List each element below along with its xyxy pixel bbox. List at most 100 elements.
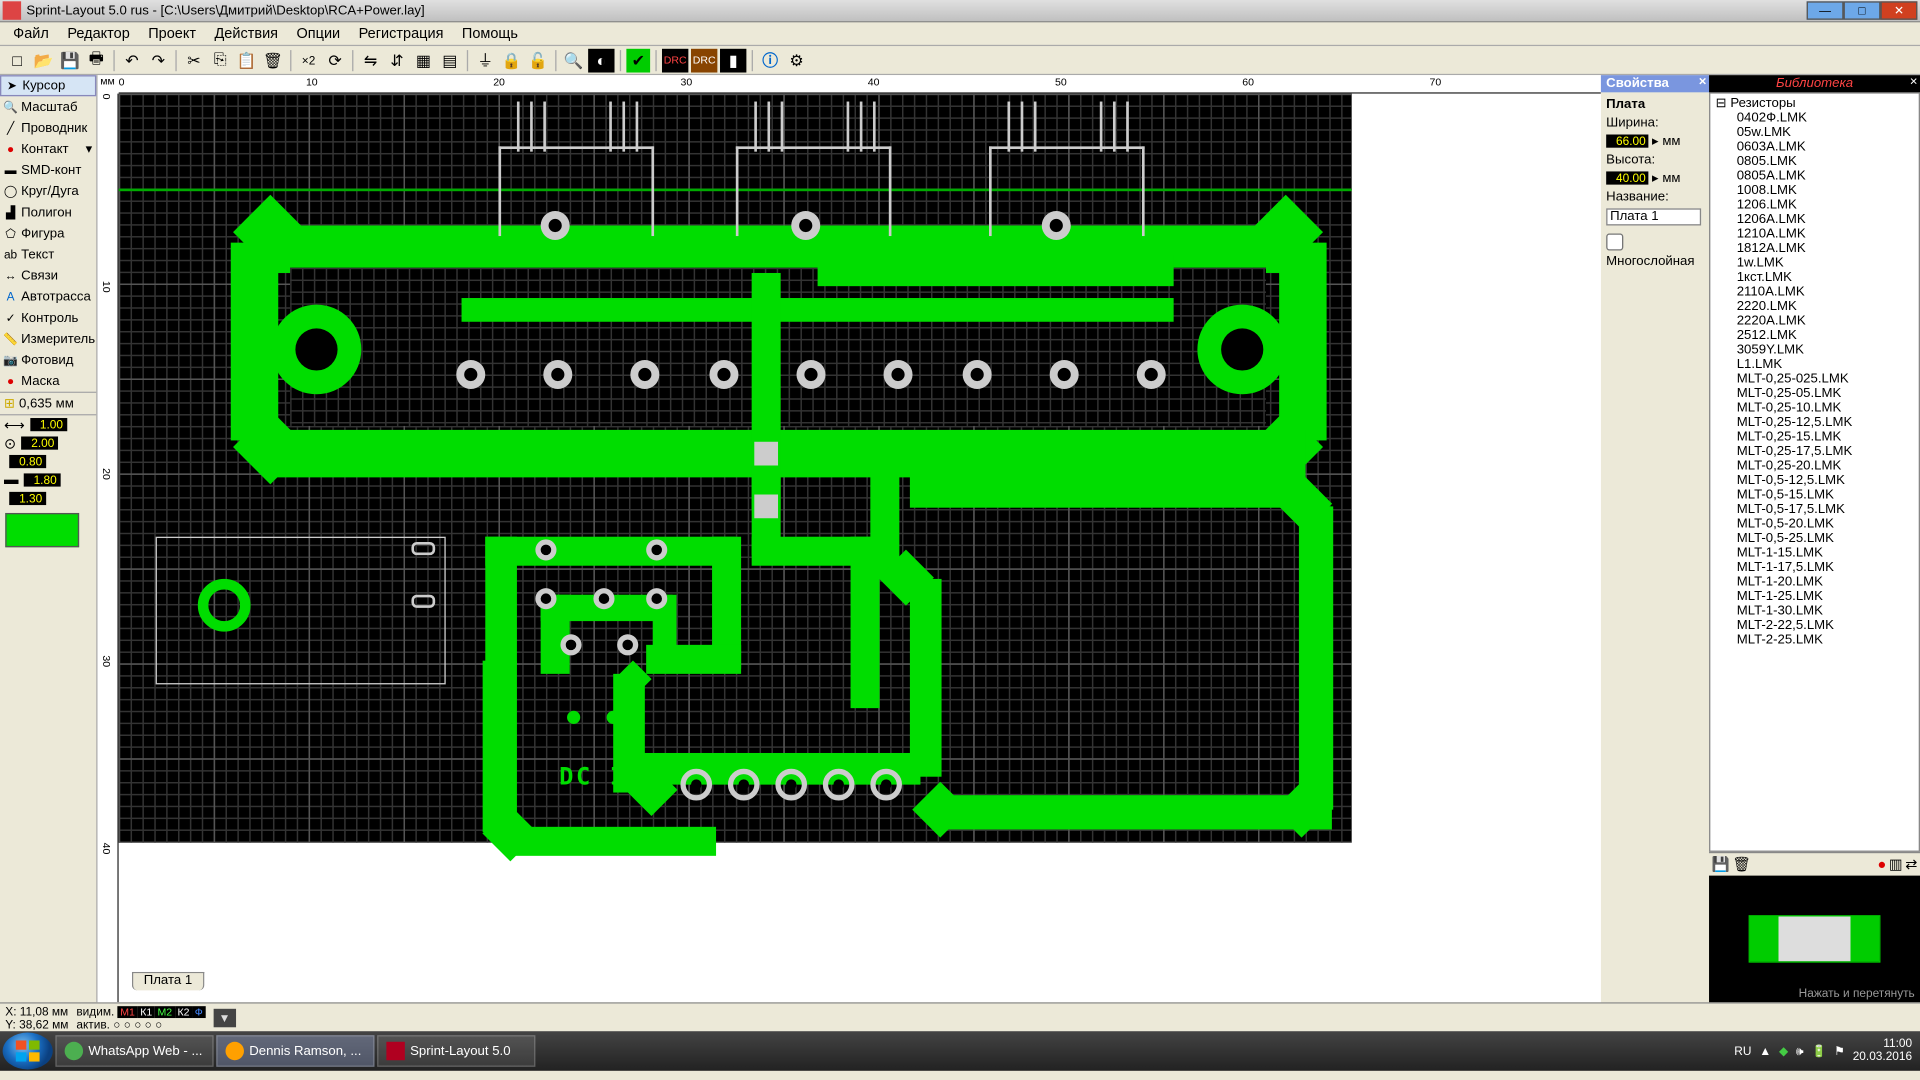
flip-icon[interactable]: ⇄ (1905, 856, 1917, 873)
drc1-icon[interactable]: DRC (662, 48, 688, 72)
record-icon[interactable]: ● (1877, 856, 1886, 872)
tool-mask[interactable]: ●Маска (0, 371, 96, 392)
filter-icon[interactable]: ▥ (1889, 856, 1903, 873)
tree-leaf[interactable]: MLT-1-25.LMK (1713, 589, 1916, 604)
tree-leaf[interactable]: 0603A.LMK (1713, 140, 1916, 155)
tree-leaf[interactable]: MLT-1-17,5.LMK (1713, 560, 1916, 575)
pcb-board[interactable]: DC IN (119, 94, 1352, 843)
flip-h-icon[interactable]: ⇋ (359, 48, 383, 72)
tree-leaf[interactable]: MLT-0,25-05.LMK (1713, 386, 1916, 401)
language-indicator[interactable]: RU (1734, 1044, 1751, 1057)
redo-icon[interactable]: ↷ (146, 48, 170, 72)
grid-indicator[interactable]: ⊞ 0,635 мм (0, 392, 96, 416)
tree-leaf[interactable]: MLT-0,25-20.LMK (1713, 459, 1916, 474)
task-item[interactable]: WhatsApp Web - ... (55, 1035, 213, 1067)
tool-arc[interactable]: ◯Круг/Дуга (0, 181, 96, 202)
tree-leaf[interactable]: 1812A.LMK (1713, 241, 1916, 256)
unlock-icon[interactable]: 🔓 (526, 48, 550, 72)
param-3[interactable]: 0.80 (0, 452, 96, 470)
tree-leaf[interactable]: MLT-0,25-12,5.LMK (1713, 415, 1916, 430)
info-icon[interactable]: ⓘ (758, 48, 782, 72)
tree-leaf[interactable]: MLT-0,5-12,5.LMK (1713, 473, 1916, 488)
tray-icon[interactable]: ◆ (1779, 1044, 1788, 1059)
tool-connection[interactable]: ↔Связи (0, 265, 96, 286)
tool-polygon[interactable]: ▟Полигон (0, 202, 96, 223)
tree-leaf[interactable]: 1008.LMK (1713, 183, 1916, 198)
name-input[interactable] (1606, 208, 1701, 225)
param-1[interactable]: ⟷1.00 (0, 415, 96, 433)
x2-icon[interactable]: ×2 (297, 48, 321, 72)
canvas-area[interactable]: мм 0 10 20 30 40 50 60 70 0 10 20 30 40 (98, 75, 1601, 1002)
task-item[interactable]: Sprint-Layout 5.0 (377, 1035, 535, 1067)
layer-selector[interactable]: ▼ (213, 1008, 235, 1026)
tool-autoroute[interactable]: AАвтотрасса (0, 286, 96, 307)
trash-icon[interactable]: 🗑 (1732, 856, 1750, 873)
ungroup-icon[interactable]: ▤ (438, 48, 462, 72)
start-button[interactable] (3, 1033, 53, 1070)
tree-leaf[interactable]: MLT-1-20.LMK (1713, 575, 1916, 590)
menu-editor[interactable]: Редактор (59, 24, 137, 42)
tree-leaf[interactable]: MLT-2-22,5.LMK (1713, 618, 1916, 633)
close-icon[interactable]: × (1910, 75, 1918, 90)
tool-text[interactable]: abТекст (0, 244, 96, 265)
tree-leaf[interactable]: 1210A.LMK (1713, 227, 1916, 242)
contrast-icon[interactable]: ◐ (588, 48, 614, 72)
layer-color-swatch[interactable] (5, 513, 79, 547)
group-icon[interactable]: ▦ (411, 48, 435, 72)
tree-leaf[interactable]: 0805A.LMK (1713, 169, 1916, 184)
clock[interactable]: 11:00 20.03.2016 (1853, 1038, 1912, 1064)
tray-icon[interactable]: ⚑ (1834, 1044, 1845, 1059)
tool-contact[interactable]: ●Контакт▾ (0, 138, 96, 159)
tree-leaf[interactable]: MLT-0,25-15.LMK (1713, 430, 1916, 445)
tree-leaf[interactable]: 1w.LMK (1713, 256, 1916, 271)
test-icon[interactable]: ✔ (626, 48, 650, 72)
delete-icon[interactable]: 🗑 (261, 48, 285, 72)
paste-icon[interactable]: 📋 (235, 48, 259, 72)
tree-leaf[interactable]: 2512.LMK (1713, 328, 1916, 343)
tree-leaf[interactable]: MLT-0,5-20.LMK (1713, 517, 1916, 532)
tree-leaf[interactable]: MLT-0,5-25.LMK (1713, 531, 1916, 546)
undo-icon[interactable]: ↶ (120, 48, 144, 72)
tree-leaf[interactable]: 1206.LMK (1713, 198, 1916, 213)
multilayer-checkbox[interactable] (1606, 233, 1623, 250)
tree-leaf[interactable]: 2110A.LMK (1713, 285, 1916, 300)
open-icon[interactable]: 📂 (32, 48, 56, 72)
tree-leaf[interactable]: 0402Ф.LMK (1713, 111, 1916, 126)
menu-file[interactable]: Файл (5, 24, 56, 42)
tray-icon[interactable]: 🔋 (1811, 1044, 1826, 1059)
library-tree[interactable]: ⊟ Резисторы 0402Ф.LMK05w.LMK0603A.LMK080… (1709, 92, 1920, 852)
save-icon[interactable]: 💾 (58, 48, 82, 72)
new-icon[interactable]: □ (5, 48, 29, 72)
tree-leaf[interactable]: MLT-0,25-17,5.LMK (1713, 444, 1916, 459)
param-4[interactable]: ▬1.80 (0, 471, 96, 489)
ground-icon[interactable]: ⏚ (473, 48, 497, 72)
tree-leaf[interactable]: L1.LMK (1713, 357, 1916, 372)
cut-icon[interactable]: ✂ (182, 48, 206, 72)
tree-leaf[interactable]: 1кст.LMK (1713, 270, 1916, 285)
menu-registration[interactable]: Регистрация (351, 24, 452, 42)
tool-zoom[interactable]: 🔍Масштаб (0, 96, 96, 117)
menu-help[interactable]: Помощь (454, 24, 526, 42)
drc3-icon[interactable]: ▮ (720, 48, 746, 72)
minimize-button[interactable]: — (1807, 1, 1844, 19)
tray-icon[interactable]: 🕪 (1796, 1044, 1803, 1059)
search-icon[interactable]: 🔍 (562, 48, 586, 72)
task-item[interactable]: Dennis Ramson, ... (216, 1035, 374, 1067)
param-2[interactable]: ⊙2.00 (0, 434, 96, 452)
copy-icon[interactable]: ⎘ (208, 48, 232, 72)
flip-v-icon[interactable]: ⇵ (385, 48, 409, 72)
tool-photoview[interactable]: 📷Фотовид (0, 349, 96, 370)
maximize-button[interactable]: □ (1844, 1, 1881, 19)
drc2-icon[interactable]: DRC (691, 48, 717, 72)
menu-project[interactable]: Проект (140, 24, 204, 42)
tree-leaf[interactable]: MLT-2-25.LMK (1713, 633, 1916, 648)
tree-leaf[interactable]: MLT-1-15.LMK (1713, 546, 1916, 561)
close-button[interactable]: ✕ (1880, 1, 1917, 19)
tool-track[interactable]: ╱Проводник (0, 117, 96, 138)
rotate-icon[interactable]: ⟳ (323, 48, 347, 72)
tool-cursor[interactable]: ➤Курсор (0, 75, 96, 96)
menu-actions[interactable]: Действия (207, 24, 286, 42)
settings-icon[interactable]: ⚙ (785, 48, 809, 72)
menu-options[interactable]: Опции (289, 24, 348, 42)
close-icon[interactable]: × (1699, 75, 1707, 90)
